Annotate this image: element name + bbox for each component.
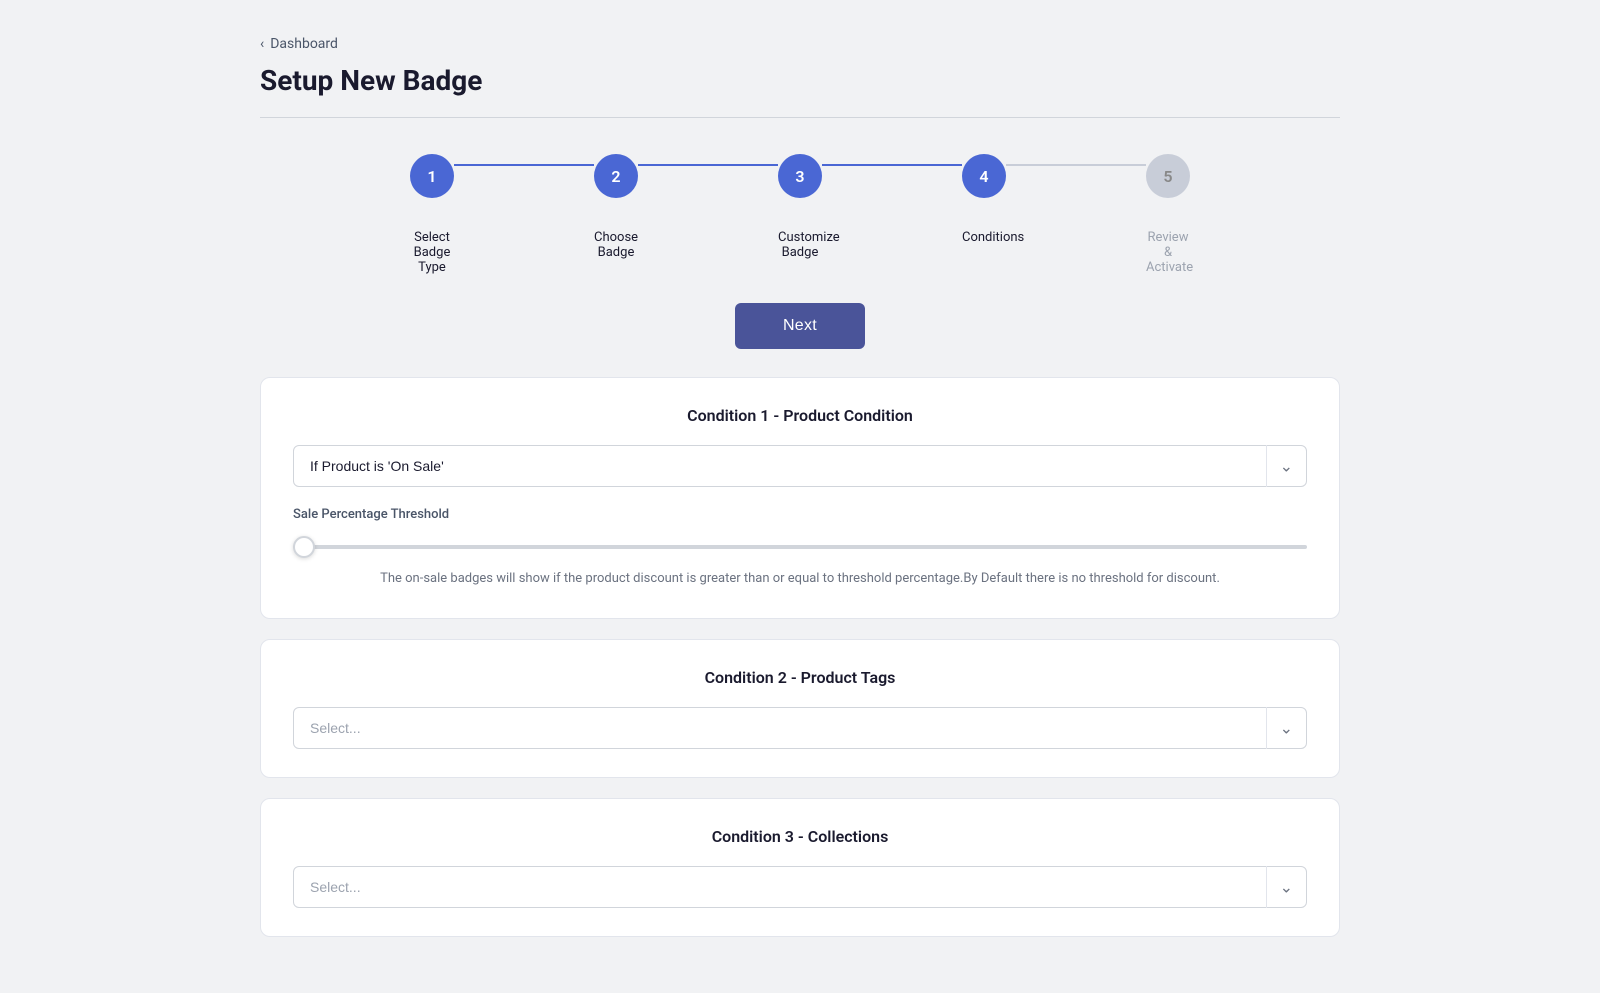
condition-1-select-wrapper: If Product is 'On Sale' ⌄ — [293, 445, 1307, 487]
condition-2-card: Condition 2 - Product Tags Select... ⌄ — [260, 639, 1340, 778]
back-icon: ‹ — [260, 36, 264, 52]
select-divider-2 — [1266, 707, 1267, 749]
step-label-4: Conditions — [962, 230, 1006, 245]
slider-container — [293, 534, 1307, 553]
step-4: 4 — [962, 154, 1006, 198]
connector-3-4 — [822, 164, 962, 166]
slider-info: The on-sale badges will show if the prod… — [293, 569, 1307, 590]
slider-section: Sale Percentage Threshold The on-sale ba… — [293, 507, 1307, 590]
step-circle-2: 2 — [594, 154, 638, 198]
condition-3-title: Condition 3 - Collections — [293, 827, 1307, 846]
connector-4-5 — [1006, 164, 1146, 166]
next-button[interactable]: Next — [735, 303, 865, 349]
condition-1-card: Condition 1 - Product Condition If Produ… — [260, 377, 1340, 619]
step-circle-4: 4 — [962, 154, 1006, 198]
step-2: 2 — [594, 154, 638, 198]
steps-row: 1 2 3 4 — [260, 154, 1340, 198]
condition-3-dropdown[interactable]: Select... — [293, 866, 1307, 908]
percentage-slider[interactable] — [293, 545, 1307, 549]
connector-1-2 — [454, 164, 594, 166]
connector-2-3 — [638, 164, 778, 166]
select-divider-3 — [1266, 866, 1267, 908]
condition-1-title: Condition 1 - Product Condition — [293, 406, 1307, 425]
condition-1-dropdown[interactable]: If Product is 'On Sale' — [293, 445, 1307, 487]
title-divider — [260, 117, 1340, 118]
stepper: 1 2 3 4 — [260, 154, 1340, 198]
step-circle-1: 1 — [410, 154, 454, 198]
condition-2-title: Condition 2 - Product Tags — [293, 668, 1307, 687]
condition-3-card: Condition 3 - Collections Select... ⌄ — [260, 798, 1340, 937]
step-circle-5: 5 — [1146, 154, 1190, 198]
step-label-3: Customize Badge — [778, 230, 822, 260]
condition-2-select-wrapper: Select... ⌄ — [293, 707, 1307, 749]
breadcrumb[interactable]: ‹ Dashboard — [260, 36, 1340, 52]
step-1: 1 — [410, 154, 454, 198]
step-label-5: Review & Activate — [1146, 230, 1190, 275]
step-label-2: Choose Badge — [594, 230, 638, 260]
next-button-container: Next — [260, 303, 1340, 349]
step-circle-3: 3 — [778, 154, 822, 198]
slider-label: Sale Percentage Threshold — [293, 507, 1307, 522]
step-3: 3 — [778, 154, 822, 198]
condition-3-select-wrapper: Select... ⌄ — [293, 866, 1307, 908]
step-5: 5 — [1146, 154, 1190, 198]
condition-2-dropdown[interactable]: Select... — [293, 707, 1307, 749]
step-label-1: Select Badge Type — [410, 230, 454, 275]
select-divider-1 — [1266, 445, 1267, 487]
page-title: Setup New Badge — [260, 64, 1340, 97]
breadcrumb-label: Dashboard — [270, 36, 338, 52]
